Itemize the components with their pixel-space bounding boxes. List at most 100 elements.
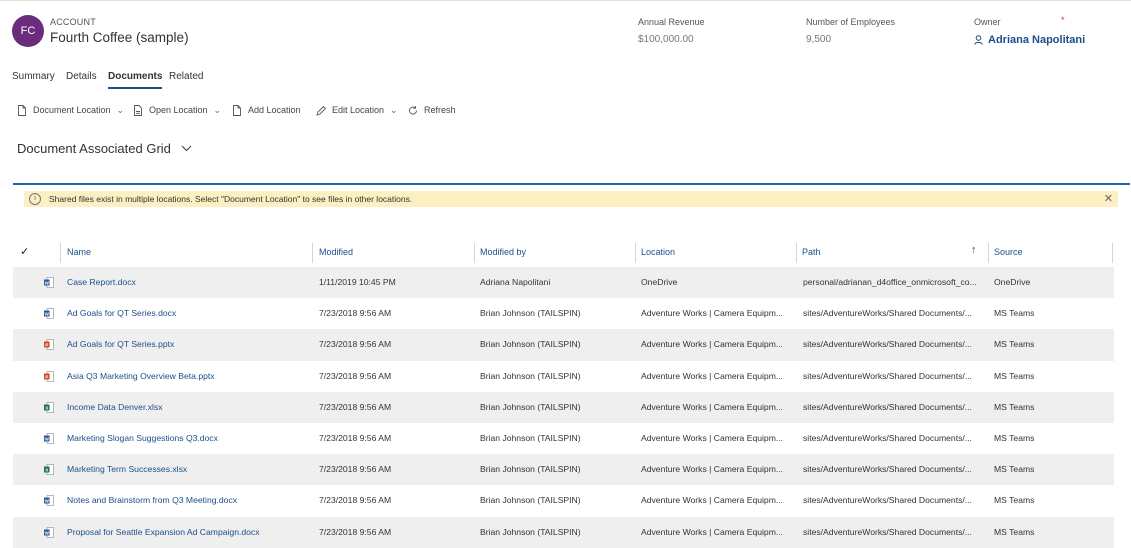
modified-cell: 7/23/2018 9:56 AM bbox=[319, 370, 392, 381]
column-header-source[interactable]: Source bbox=[989, 242, 1109, 264]
add-location-label: Add Location bbox=[248, 105, 301, 115]
table-row[interactable]: W Ad Goals for QT Series.docx 7/23/2018 9:… bbox=[13, 298, 1114, 329]
file-name-link[interactable]: Income Data Denver.xlsx bbox=[67, 392, 312, 423]
modified-by-cell: Brian Johnson (TAILSPIN) bbox=[480, 339, 581, 350]
location-cell: Adventure Works | Camera Equipm... bbox=[641, 339, 784, 350]
column-header-modified[interactable]: Modified bbox=[314, 242, 474, 264]
table-row[interactable]: X Marketing Term Successes.xlsx 7/23/2018 … bbox=[13, 454, 1114, 486]
column-header-location[interactable]: Location bbox=[636, 242, 796, 264]
modified-cell: 7/23/2018 9:56 AM bbox=[319, 308, 392, 319]
entity-type-label: ACCOUNT bbox=[50, 17, 96, 27]
table-row[interactable]: W Proposal for Seattle Expansion Ad Campa… bbox=[13, 516, 1114, 548]
add-document-icon bbox=[233, 104, 241, 116]
avatar: FC bbox=[12, 15, 44, 47]
info-icon: i bbox=[29, 193, 41, 205]
powerpoint-icon: P bbox=[44, 339, 54, 351]
path-cell: sites/AdventureWorks/Shared Documents/..… bbox=[803, 308, 972, 319]
document-location-label: Document Location bbox=[33, 105, 111, 115]
record-header: FC ACCOUNT Fourth Coffee (sample) Annual… bbox=[0, 0, 1131, 63]
edit-location-button[interactable]: Edit Location ⌄ bbox=[316, 102, 398, 118]
owner-name: Adriana Napolitani bbox=[988, 34, 1086, 46]
document-location-button[interactable]: Document Location ⌄ bbox=[17, 102, 124, 118]
open-document-icon bbox=[134, 104, 142, 116]
path-cell: sites/AdventureWorks/Shared Documents/..… bbox=[803, 464, 972, 475]
tab-summary[interactable]: Summary bbox=[12, 71, 55, 87]
file-name-link[interactable]: Marketing Slogan Suggestions Q3.docx bbox=[67, 423, 312, 454]
open-location-button[interactable]: Open Location ⌄ bbox=[133, 102, 221, 118]
table-row[interactable]: W Notes and Brainstorm from Q3 Meeting.do… bbox=[13, 485, 1114, 516]
refresh-icon bbox=[409, 105, 417, 114]
add-location-button[interactable]: Add Location bbox=[232, 102, 301, 118]
modified-by-cell: Brian Johnson (TAILSPIN) bbox=[480, 432, 581, 443]
path-cell: personal/adrianan_d4office_onmicrosoft_c… bbox=[803, 277, 977, 287]
source-cell: MS Teams bbox=[994, 526, 1035, 537]
employees-label: Number of Employees bbox=[806, 17, 896, 27]
chevron-down-icon bbox=[181, 145, 192, 152]
svg-text:X: X bbox=[45, 405, 48, 410]
location-cell: Adventure Works | Camera Equipm... bbox=[641, 432, 784, 443]
modified-cell: 1/11/2019 10:45 PM bbox=[319, 277, 396, 287]
modified-cell: 7/23/2018 9:56 AM bbox=[319, 401, 392, 412]
modified-cell: 7/23/2018 9:56 AM bbox=[319, 526, 392, 537]
svg-text:P: P bbox=[45, 374, 48, 379]
column-header-modified-by[interactable]: Modified by bbox=[475, 242, 635, 264]
source-cell: OneDrive bbox=[994, 277, 1031, 287]
grid-title: Document Associated Grid bbox=[17, 141, 171, 156]
grid-top-border bbox=[13, 183, 1130, 185]
location-cell: Adventure Works | Camera Equipm... bbox=[641, 401, 784, 412]
modified-cell: 7/23/2018 9:56 AM bbox=[319, 464, 392, 475]
annual-revenue-label: Annual Revenue bbox=[638, 17, 705, 27]
employees-value: 9,500 bbox=[806, 34, 832, 45]
chevron-down-icon: ⌄ bbox=[213, 104, 222, 115]
modified-by-cell: Adriana Napolitani bbox=[480, 277, 551, 287]
owner-link[interactable]: Adriana Napolitani bbox=[974, 34, 1085, 46]
path-cell: sites/AdventureWorks/Shared Documents/..… bbox=[803, 401, 972, 412]
refresh-label: Refresh bbox=[424, 105, 456, 115]
path-cell: sites/AdventureWorks/Shared Documents/..… bbox=[803, 495, 972, 506]
file-name-link[interactable]: Marketing Term Successes.xlsx bbox=[67, 454, 312, 485]
source-cell: MS Teams bbox=[994, 370, 1035, 381]
path-cell: sites/AdventureWorks/Shared Documents/..… bbox=[803, 339, 972, 350]
svg-text:P: P bbox=[45, 343, 48, 348]
location-cell: Adventure Works | Camera Equipm... bbox=[641, 464, 784, 475]
select-all-checkmark-icon[interactable]: ✓ bbox=[20, 245, 29, 258]
file-name-link[interactable]: Ad Goals for QT Series.docx bbox=[67, 298, 312, 329]
word-icon: W bbox=[44, 495, 54, 507]
source-cell: MS Teams bbox=[994, 308, 1035, 319]
refresh-button[interactable]: Refresh bbox=[408, 102, 456, 118]
tab-related[interactable]: Related bbox=[169, 71, 203, 87]
file-name-link[interactable]: Asia Q3 Marketing Overview Beta.pptx bbox=[67, 361, 312, 392]
notification-text: Shared files exist in multiple locations… bbox=[49, 194, 413, 204]
open-location-label: Open Location bbox=[149, 105, 208, 115]
document-icon bbox=[18, 104, 26, 116]
modified-by-cell: Brian Johnson (TAILSPIN) bbox=[480, 370, 581, 381]
file-name-link[interactable]: Case Report.docx bbox=[67, 267, 312, 298]
grid-view-selector[interactable]: Document Associated Grid bbox=[17, 141, 192, 156]
modified-cell: 7/23/2018 9:56 AM bbox=[319, 432, 392, 443]
close-icon[interactable]: ✕ bbox=[1104, 192, 1113, 205]
table-row[interactable]: P Asia Q3 Marketing Overview Beta.pptx 7/2… bbox=[13, 361, 1114, 392]
file-name-link[interactable]: Proposal for Seattle Expansion Ad Campai… bbox=[67, 517, 312, 548]
grid-body: W Case Report.docx 1/11/2019 10:45 PM Adria… bbox=[13, 267, 1114, 548]
column-separator bbox=[60, 243, 61, 263]
chevron-down-icon: ⌄ bbox=[116, 104, 125, 115]
tab-documents[interactable]: Documents bbox=[108, 71, 163, 89]
location-cell: Adventure Works | Camera Equipm... bbox=[641, 370, 784, 381]
file-name-link[interactable]: Notes and Brainstorm from Q3 Meeting.doc… bbox=[67, 485, 312, 516]
source-cell: MS Teams bbox=[994, 401, 1035, 412]
word-icon: W bbox=[44, 277, 54, 288]
edit-location-label: Edit Location bbox=[332, 105, 385, 115]
column-header-path[interactable]: Path bbox=[797, 242, 987, 264]
pencil-icon bbox=[316, 105, 326, 116]
tab-details[interactable]: Details bbox=[66, 71, 97, 87]
table-row[interactable]: W Marketing Slogan Suggestions Q3.docx 7/2… bbox=[13, 423, 1114, 454]
word-icon: W bbox=[44, 526, 54, 538]
column-header-name[interactable]: Name bbox=[62, 242, 312, 264]
table-row[interactable]: W Case Report.docx 1/11/2019 10:45 PM Adria… bbox=[13, 267, 1114, 299]
file-name-link[interactable]: Ad Goals for QT Series.pptx bbox=[67, 329, 312, 360]
table-row[interactable]: P Ad Goals for QT Series.pptx 7/23/2018 9:… bbox=[13, 329, 1114, 361]
record-title: Fourth Coffee (sample) bbox=[50, 30, 189, 45]
sort-ascending-icon[interactable]: ↑ bbox=[971, 244, 977, 256]
table-row[interactable]: X Income Data Denver.xlsx 7/23/2018 9:56 A… bbox=[13, 391, 1114, 423]
person-icon bbox=[974, 35, 983, 45]
